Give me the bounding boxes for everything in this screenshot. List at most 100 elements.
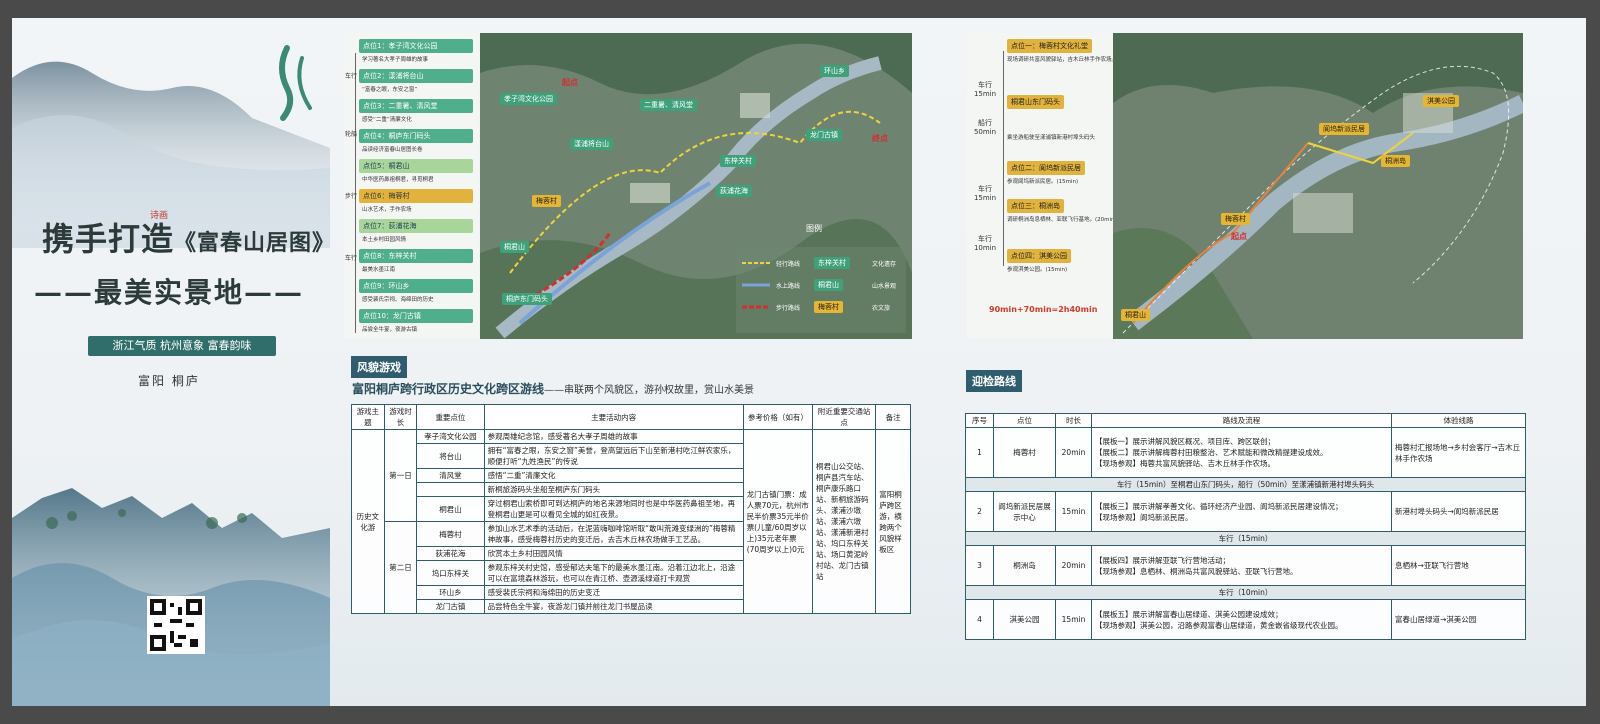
row-number: 4 <box>965 599 994 640</box>
map2-satellite[interactable]: 淇美公园 阆坞新派民居 桐洲岛 梅蓉村 桐君山 起点 <box>1113 33 1523 339</box>
map2-label[interactable]: 阆坞新派民居 <box>1319 123 1369 135</box>
day-cell: 第一日 <box>383 429 418 522</box>
section1-subtitle: 富阳桐庐跨行政区历史文化跨区游线——串联两个风貌区，游孙权故里，赏山水美景 <box>352 382 755 396</box>
map1-point[interactable]: 点位9：环山乡 <box>359 279 473 293</box>
day-cell: 第二日 <box>383 521 418 614</box>
table-header: 时长 <box>1055 413 1092 428</box>
start-marker: 起点 <box>1231 232 1247 241</box>
table-header: 点位 <box>993 413 1056 428</box>
section2-tag: 迎检路线 <box>966 370 1022 392</box>
point-cell: 坞口东梓关 <box>416 560 485 586</box>
left-panel: 携手打造《富春山居图》 诗画 ——最美实景地—— 浙江气质 杭州意象 富春韵味 … <box>12 18 334 706</box>
map1-label[interactable]: 桐君山 <box>500 241 529 253</box>
end-marker: 终点 <box>872 134 888 143</box>
point-cell: 将台山 <box>416 443 485 469</box>
map2-point-desc: 乘坐游船驶至漾浦镇新港村埠头码头 <box>1007 135 1096 141</box>
map1-point[interactable]: 点位5：桐君山 <box>359 159 473 173</box>
map2-point[interactable]: 点位三：桐洲岛 <box>1007 199 1064 213</box>
map1-point-desc: 中华医药鼻祖桐君，寻觅桐君 <box>362 177 434 183</box>
map2-label[interactable]: 梅蓉村 <box>1221 213 1250 225</box>
point-cell: 清风堂 <box>416 468 485 483</box>
activity-cell: 拥有“富春之眼，东安之窗”美誉，登高望远后下山至新港村吃江鲜农家乐，顺便打听“九… <box>483 443 744 469</box>
poster: 携手打造《富春山居图》 诗画 ——最美实景地—— 浙江气质 杭州意象 富春韵味 … <box>12 18 1586 706</box>
table-header: 重要点位 <box>416 404 485 430</box>
table-header: 主要活动内容 <box>483 404 744 430</box>
table-row: 1 梅蓉村 20min 【展板一】展示讲解风貌区概况、项目库、跨区联创； 【展板二】展… <box>965 427 1526 478</box>
row-number: 2 <box>965 491 994 532</box>
map2-mode: 船行50min <box>973 119 997 136</box>
stations-cell: 桐君山公交站、桐庐县汽车站、桐庐康乐路口站、新桐旅游码头、漾浦沙墩站、漾浦六墩站… <box>812 429 877 614</box>
map1-point-desc: 最美水墨江南 <box>362 267 396 273</box>
map1-label[interactable]: 漾浦将台山 <box>570 138 613 150</box>
map1-satellite[interactable]: 孝子湾文化公园 二重暑、清风堂 环山乡 漾浦将台山 龙门古镇 东梓关村 荻浦花海… <box>480 33 912 339</box>
map2-label[interactable]: 桐洲岛 <box>1381 155 1410 167</box>
map1-mode: 步行 <box>345 193 358 200</box>
map2-label[interactable]: 淇美公园 <box>1423 95 1459 107</box>
map2-point[interactable]: 点位一：梅蓉村文化礼堂 <box>1007 39 1092 53</box>
map2-point[interactable]: 点位四：淇美公园 <box>1007 249 1071 263</box>
price-cell: 龙门古镇门票：成人票70元，杭州市民半价票35元半价票(儿童/60周岁以上)35… <box>742 429 814 614</box>
main-title: 携手打造《富春山居图》 <box>42 220 336 258</box>
table-row: 3 桐洲岛 20min 【展板四】展示讲解亚联飞行营地活动； 【现场参观】息栖林、桐洲… <box>965 545 1526 586</box>
map2-point[interactable]: 桐君山东门码头 <box>1007 95 1064 109</box>
qr-code[interactable] <box>147 596 205 654</box>
duration-cell: 15min <box>1055 491 1092 532</box>
table-row: 4 淇美公园 15min 【展板五】展示讲解富春山居绿道、淇美公园建设成效； 【现场参… <box>965 599 1526 640</box>
point-cell: 荻浦花海 <box>416 546 485 561</box>
map2-mode: 车行15min <box>973 81 997 98</box>
legend-tag-desc: 文化遗存 <box>872 261 897 268</box>
theme-cell: 历史文化游 <box>351 429 385 614</box>
map2-mode: 车行10min <box>973 235 997 252</box>
map1-point[interactable]: 点位10：龙门古镇 <box>359 309 473 323</box>
table-header: 游戏主题 <box>351 404 385 430</box>
flow-cell: 【展板三】展示讲解孝善文化、循环经济产业园、阆坞新派民居建设情况； 【现场参观】… <box>1091 491 1392 532</box>
transfer-cell: 车行（10min） <box>965 585 1526 600</box>
map1-label[interactable]: 梅蓉村 <box>532 195 561 207</box>
map1-label[interactable]: 龙门古镇 <box>806 129 842 141</box>
map1-point[interactable]: 点位6：梅蓉村 <box>359 189 473 203</box>
map1-label[interactable]: 东梓关村 <box>720 155 756 167</box>
legend-title: 图例 <box>806 224 822 233</box>
map2-point-desc: 参观阆坞新派民居。(15min) <box>1007 179 1079 185</box>
activity-cell: 品尝特色全牛宴，夜游龙门镇并前往龙门书屋品读 <box>483 599 744 614</box>
transfer-row: 车行（15min）至桐君山东门码头，船行（50min）至漾浦镇新港村埠头码头 <box>965 477 1526 492</box>
table-header: 备注 <box>875 404 911 430</box>
table-header: 路线及流程 <box>1091 413 1392 428</box>
map1-point-desc: 学习著名大孝子周雄的故事 <box>362 57 429 63</box>
legend-tag: 桐君山 <box>814 279 843 291</box>
duration-cell: 20min <box>1055 545 1092 586</box>
legend-line-label: 水上路线 <box>776 283 801 290</box>
map1-point[interactable]: 点位4：桐庐东门码头 <box>359 129 473 143</box>
map1-mode: 轮船 <box>345 131 358 138</box>
map2-label[interactable]: 桐君山 <box>1121 309 1150 321</box>
map1-label[interactable]: 环山乡 <box>820 65 849 77</box>
point-cell: 淇美公园 <box>993 599 1056 640</box>
map1-point-desc: 品读经济富春山居图长卷 <box>362 147 423 153</box>
map1-label[interactable]: 孝子湾文化公园 <box>500 93 557 105</box>
map1-point[interactable]: 点位7：荻浦花海 <box>359 219 473 233</box>
activity-cell: 穿过桐君山索桥即可到达桐庐的地名来源地同时也是中华医药鼻祖圣地，再登桐君山更是可… <box>483 496 744 522</box>
map1-point-desc: 品尝全牛宴，夜游古镇 <box>362 327 418 333</box>
map1-point-desc: 山水艺术，手作农场 <box>362 207 412 213</box>
map1-point[interactable]: 点位2：漾浦将台山 <box>359 69 473 83</box>
poet-tag: 诗画 <box>150 211 169 221</box>
point-cell <box>416 482 485 497</box>
map1-label[interactable]: 桐庐东门码头 <box>502 293 552 305</box>
map1-point-desc: 感受“二重”清廉文化 <box>362 117 412 123</box>
table-header: 体验线路 <box>1391 413 1526 428</box>
start-marker: 起点 <box>562 78 578 87</box>
experience-cell: 富春山居绿道→淇美公园 <box>1391 599 1526 640</box>
section1-tag: 风貌游戏 <box>351 356 407 378</box>
transfer-cell: 车行（15min）至桐君山东门码头，船行（50min）至漾浦镇新港村埠头码头 <box>965 477 1526 492</box>
map2-point-desc: 调研桐洲岛息栖林、亚联飞行基地。(20min) <box>1007 217 1117 223</box>
map1-label[interactable]: 二重暑、清风堂 <box>640 99 697 111</box>
map1-label[interactable]: 荻浦花海 <box>716 185 752 197</box>
inspection-table: 序号 点位 时长 路线及流程 体验线路 1 梅蓉村 20min 【展板一】展示讲解风貌区概况、… <box>965 413 1526 640</box>
note-cell: 富阳桐庐跨区游，横跨两个风貌样板区 <box>875 429 911 614</box>
map1-point[interactable]: 点位1：孝子湾文化公园 <box>359 39 473 53</box>
total-time: 90min+70min=2h40min <box>989 305 1098 314</box>
map1-point[interactable]: 点位3：二重暑、清风堂 <box>359 99 473 113</box>
legend-line-label: 步行路线 <box>776 305 801 312</box>
map2-point[interactable]: 点位二：阆坞新派民居 <box>1007 161 1085 175</box>
map1-point[interactable]: 点位8：东梓关村 <box>359 249 473 263</box>
